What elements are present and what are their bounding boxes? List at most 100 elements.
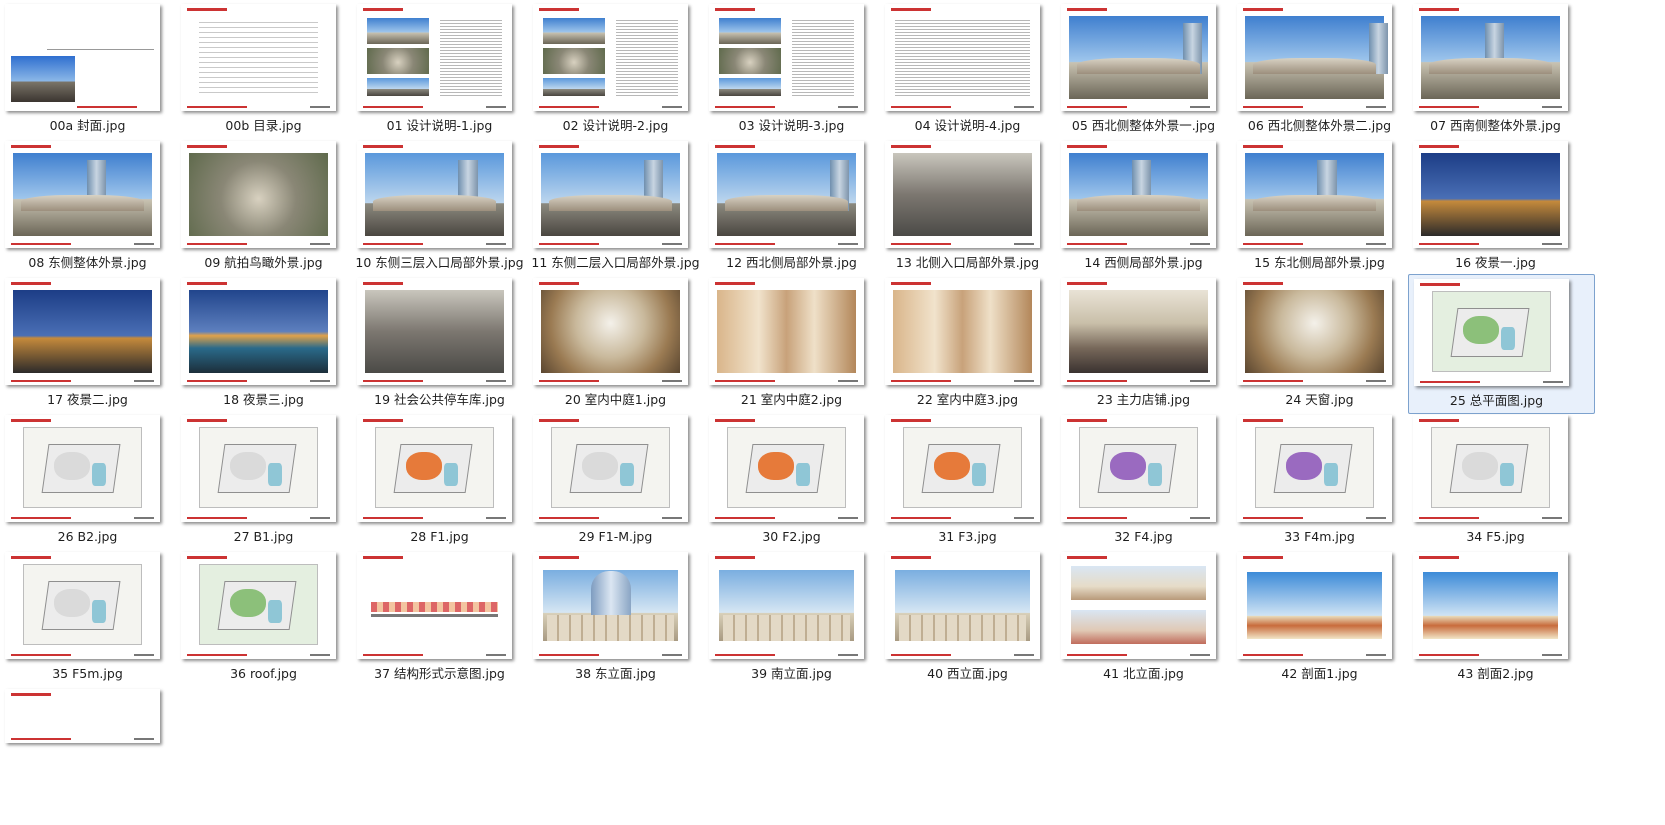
file-item[interactable]: 00a 封面.jpg [0, 0, 187, 140]
file-name[interactable]: 02 设计说明-2.jpg [528, 118, 703, 134]
file-thumbnail[interactable] [1237, 141, 1392, 248]
file-name[interactable]: 19 社会公共停车库.jpg [352, 392, 527, 408]
file-item[interactable]: 18 夜景三.jpg [176, 274, 363, 414]
file-name[interactable]: 38 东立面.jpg [528, 666, 703, 682]
file-name[interactable]: 17 夜景二.jpg [0, 392, 175, 408]
file-item[interactable]: 01 设计说明-1.jpg [352, 0, 539, 140]
file-name[interactable]: 20 室内中庭1.jpg [528, 392, 703, 408]
file-name[interactable]: 26 B2.jpg [0, 529, 175, 545]
file-item[interactable]: 38 东立面.jpg [528, 548, 715, 688]
file-item[interactable]: 21 室内中庭2.jpg [704, 274, 891, 414]
file-item[interactable]: 37 结构形式示意图.jpg [352, 548, 539, 688]
file-name[interactable]: 24 天窗.jpg [1232, 392, 1407, 408]
file-thumbnail[interactable] [1237, 4, 1392, 111]
file-thumbnail[interactable] [5, 415, 160, 522]
file-item[interactable]: 33 F4m.jpg [1232, 411, 1419, 551]
file-item[interactable]: 00b 目录.jpg [176, 0, 363, 140]
file-name[interactable]: 34 F5.jpg [1408, 529, 1583, 545]
file-name[interactable]: 05 西北侧整体外景一.jpg [1056, 118, 1231, 134]
file-item[interactable]: 43 剖面2.jpg [1408, 548, 1595, 688]
file-thumbnail[interactable] [533, 4, 688, 111]
file-thumbnail[interactable] [181, 278, 336, 385]
file-item[interactable]: 25 总平面图.jpg [1408, 274, 1595, 414]
file-item[interactable]: 15 东北侧局部外景.jpg [1232, 137, 1419, 277]
file-item[interactable]: 08 东侧整体外景.jpg [0, 137, 187, 277]
file-item[interactable]: 03 设计说明-3.jpg [704, 0, 891, 140]
file-thumbnail[interactable] [709, 278, 864, 385]
file-name[interactable]: 12 西北侧局部外景.jpg [704, 255, 879, 271]
file-thumbnail[interactable] [1413, 552, 1568, 659]
file-name[interactable]: 43 剖面2.jpg [1408, 666, 1583, 682]
file-thumbnail[interactable] [1061, 415, 1216, 522]
file-thumbnail[interactable] [709, 4, 864, 111]
file-thumbnail[interactable] [709, 415, 864, 522]
file-thumbnail[interactable] [181, 4, 336, 111]
file-name[interactable]: 31 F3.jpg [880, 529, 1055, 545]
file-item[interactable]: 23 主力店铺.jpg [1056, 274, 1243, 414]
file-thumbnail[interactable] [5, 141, 160, 248]
file-thumbnail[interactable] [1061, 278, 1216, 385]
file-thumbnail[interactable] [5, 4, 160, 111]
file-thumbnail[interactable] [1237, 552, 1392, 659]
file-thumbnail[interactable] [181, 552, 336, 659]
file-item[interactable]: 41 北立面.jpg [1056, 548, 1243, 688]
file-item[interactable]: 17 夜景二.jpg [0, 274, 187, 414]
file-thumbnail[interactable] [885, 141, 1040, 248]
file-name[interactable]: 13 北侧入口局部外景.jpg [880, 255, 1055, 271]
file-thumbnail[interactable] [181, 415, 336, 522]
file-item[interactable]: 04 设计说明-4.jpg [880, 0, 1067, 140]
file-item[interactable]: 42 剖面1.jpg [1232, 548, 1419, 688]
file-thumbnail[interactable] [1061, 4, 1216, 111]
file-item[interactable]: 39 南立面.jpg [704, 548, 891, 688]
file-thumbnail[interactable] [885, 278, 1040, 385]
file-thumbnail[interactable] [885, 415, 1040, 522]
file-thumbnail[interactable] [533, 278, 688, 385]
file-name[interactable]: 01 设计说明-1.jpg [352, 118, 527, 134]
file-name[interactable]: 27 B1.jpg [176, 529, 351, 545]
file-thumbnail[interactable] [533, 552, 688, 659]
file-name[interactable]: 30 F2.jpg [704, 529, 879, 545]
file-name[interactable]: 15 东北侧局部外景.jpg [1232, 255, 1407, 271]
file-name[interactable]: 35 F5m.jpg [0, 666, 175, 682]
file-name[interactable]: 28 F1.jpg [352, 529, 527, 545]
file-item[interactable]: 05 西北侧整体外景一.jpg [1056, 0, 1243, 140]
file-thumbnail[interactable] [5, 689, 160, 743]
file-thumbnail[interactable] [357, 415, 512, 522]
file-name[interactable]: 14 西侧局部外景.jpg [1056, 255, 1231, 271]
file-name[interactable]: 39 南立面.jpg [704, 666, 879, 682]
file-name[interactable]: 00a 封面.jpg [0, 118, 175, 134]
file-thumbnail[interactable] [1413, 4, 1568, 111]
file-name[interactable]: 37 结构形式示意图.jpg [352, 666, 527, 682]
file-name[interactable]: 16 夜景一.jpg [1408, 255, 1583, 271]
file-thumbnail[interactable] [533, 141, 688, 248]
file-item[interactable]: 40 西立面.jpg [880, 548, 1067, 688]
file-name[interactable]: 36 roof.jpg [176, 666, 351, 682]
file-thumbnail[interactable] [357, 4, 512, 111]
file-thumbnail[interactable] [1237, 278, 1392, 385]
file-name[interactable]: 09 航拍鸟瞰外景.jpg [176, 255, 351, 271]
file-item[interactable]: 12 西北侧局部外景.jpg [704, 137, 891, 277]
file-name[interactable]: 23 主力店铺.jpg [1056, 392, 1231, 408]
file-thumbnail[interactable] [1061, 141, 1216, 248]
file-thumbnail[interactable] [357, 552, 512, 659]
file-thumbnail[interactable] [885, 4, 1040, 111]
file-name[interactable]: 42 剖面1.jpg [1232, 666, 1407, 682]
file-thumbnail[interactable] [533, 415, 688, 522]
file-item[interactable]: 30 F2.jpg [704, 411, 891, 551]
file-thumbnail[interactable] [5, 278, 160, 385]
file-name[interactable]: 29 F1-M.jpg [528, 529, 703, 545]
file-item[interactable]: 10 东侧三层入口局部外景.jpg [352, 137, 539, 277]
file-item[interactable]: 26 B2.jpg [0, 411, 187, 551]
file-thumbnail[interactable] [1413, 141, 1568, 248]
file-thumbnail[interactable] [181, 141, 336, 248]
file-thumbnail[interactable] [885, 552, 1040, 659]
file-name[interactable]: 03 设计说明-3.jpg [704, 118, 879, 134]
file-thumbnail[interactable] [709, 552, 864, 659]
file-item[interactable]: 27 B1.jpg [176, 411, 363, 551]
file-item[interactable]: 29 F1-M.jpg [528, 411, 715, 551]
file-item[interactable]: 16 夜景一.jpg [1408, 137, 1595, 277]
file-name[interactable]: 06 西北侧整体外景二.jpg [1232, 118, 1407, 134]
file-thumbnail[interactable] [357, 278, 512, 385]
file-name[interactable]: 18 夜景三.jpg [176, 392, 351, 408]
file-name[interactable]: 40 西立面.jpg [880, 666, 1055, 682]
